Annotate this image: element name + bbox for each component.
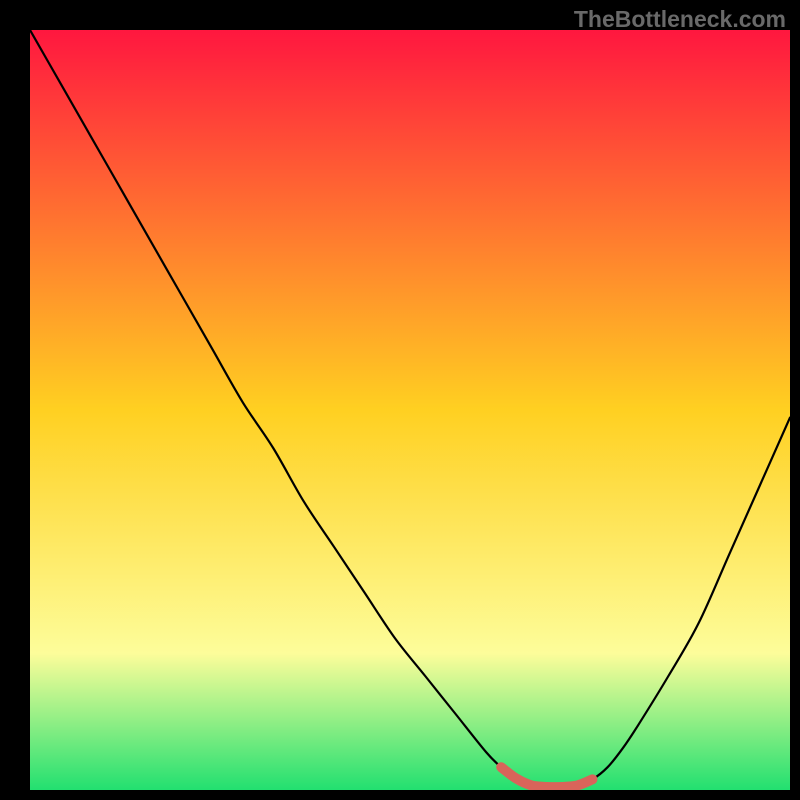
chart-svg [30,30,790,790]
watermark-text: TheBottleneck.com [574,6,786,33]
plot-area [30,30,790,790]
gradient-background [30,30,790,790]
chart-container: TheBottleneck.com [0,0,800,800]
